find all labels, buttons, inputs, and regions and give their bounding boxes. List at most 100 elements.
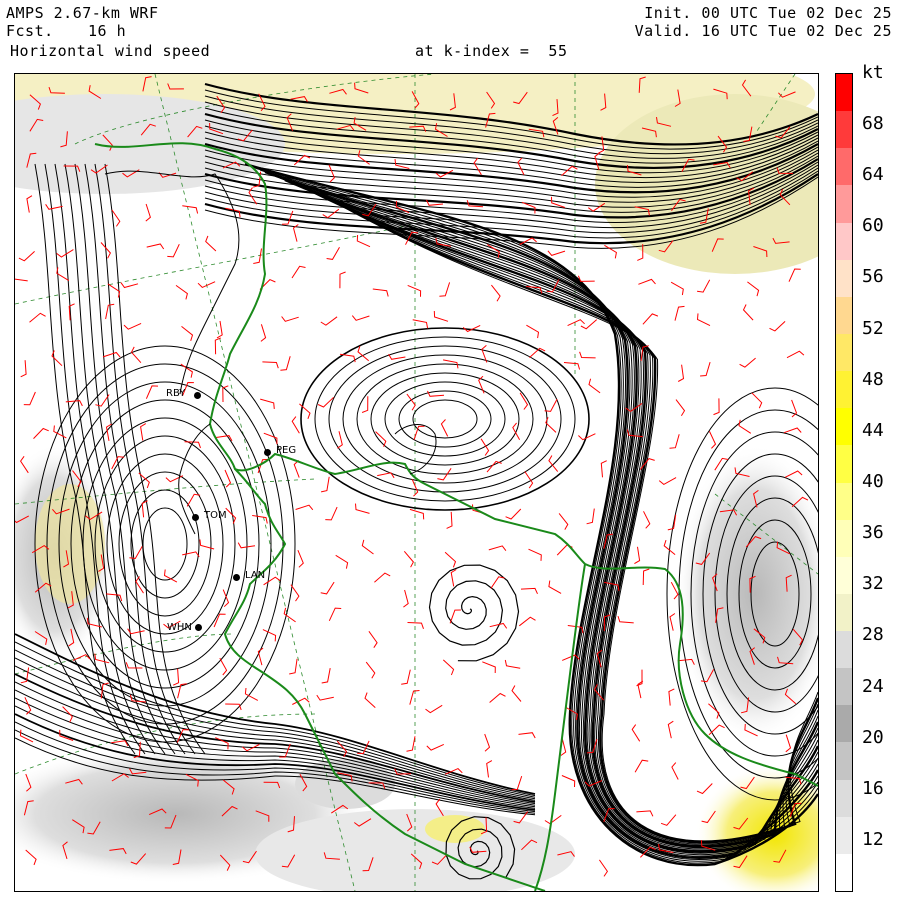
field-name: Horizontal wind speed — [10, 42, 211, 60]
wind-barb — [491, 284, 501, 302]
streamline — [94, 435, 236, 653]
wind-barb — [262, 361, 279, 369]
wind-barb — [297, 550, 304, 568]
streamline — [412, 399, 478, 439]
wind-barb — [219, 657, 228, 676]
colorbar-tick-label: 36 — [862, 522, 884, 544]
vertical-level: at k-index = 55 — [415, 42, 568, 60]
wind-barb — [579, 351, 596, 359]
wind-barb — [526, 324, 540, 339]
wind-barb — [409, 508, 425, 520]
wind-barb — [18, 251, 35, 262]
streamline — [356, 363, 534, 475]
wind-barb — [439, 282, 451, 297]
colorbar-segment — [836, 593, 852, 632]
wind-barb — [660, 814, 677, 826]
station-marker — [264, 449, 271, 456]
colorbar-segment — [836, 74, 852, 112]
init-time: Init. 00 UTC Tue 02 Dec 25 — [644, 4, 892, 22]
colorbar-segment — [836, 742, 852, 781]
colorbar-segment — [836, 371, 852, 409]
wind-barb — [253, 248, 262, 264]
wind-barb — [586, 508, 595, 525]
wind-barb — [375, 431, 387, 447]
colorbar-tick-label: 68 — [862, 113, 884, 134]
wind-barb — [674, 305, 685, 321]
wind-barb — [671, 762, 679, 780]
wind-barb — [45, 204, 63, 210]
wind-barb — [213, 613, 226, 628]
wind-barb — [785, 734, 792, 753]
colorbar-tick-label: 24 — [862, 675, 884, 697]
wind-barb — [145, 203, 151, 222]
wind-barb — [577, 275, 595, 282]
wind-barb — [769, 321, 786, 332]
wind-barb — [260, 324, 267, 342]
wind-barb — [388, 353, 406, 360]
wind-barb — [544, 398, 558, 412]
wind-barb — [588, 378, 601, 394]
wind-barb — [634, 759, 649, 773]
station-marker — [194, 392, 201, 399]
wind-barb — [290, 584, 300, 602]
colorbar-tick-label: 28 — [862, 624, 884, 646]
wind-barb — [365, 661, 376, 679]
colorbar-segment — [836, 185, 852, 224]
streamline — [370, 372, 520, 466]
station-marker — [192, 514, 199, 521]
colorbar-tick-label: 52 — [862, 317, 884, 339]
station-label-whn: WHN — [167, 622, 192, 633]
wind-barb — [320, 581, 335, 595]
wind-barb — [617, 615, 634, 624]
wind-barb — [444, 551, 457, 568]
wind-barb — [580, 319, 598, 330]
wind-barb — [786, 350, 805, 359]
wind-barb — [697, 279, 711, 293]
colorbar-tick-label: 40 — [862, 471, 884, 492]
valid-time: Valid. 16 UTC Tue 02 Dec 25 — [634, 22, 892, 40]
wind-barb — [181, 326, 194, 341]
wind-barb — [742, 304, 754, 321]
wind-barb — [713, 398, 720, 416]
wind-barb — [450, 569, 457, 587]
streamline — [384, 381, 506, 457]
colorbar-segment — [836, 333, 852, 372]
wind-barb — [281, 316, 299, 322]
wind-barb — [361, 539, 374, 555]
wind-barb — [489, 692, 506, 703]
colorbar-tick-label: 16 — [862, 777, 884, 799]
wind-barb — [545, 417, 557, 433]
wind-barb — [401, 669, 411, 685]
colorbar-segment — [836, 445, 852, 483]
streamline — [106, 453, 224, 635]
wind-barb — [403, 550, 415, 568]
wind-barb — [788, 268, 801, 282]
wind-barb — [598, 859, 609, 877]
wind-barb — [567, 319, 585, 327]
wind-barb — [257, 647, 264, 666]
colorbar-segment — [836, 631, 852, 669]
wind-barb — [120, 282, 139, 289]
wind-barb — [669, 434, 680, 449]
wind-barb — [518, 616, 536, 627]
wind-barb — [320, 476, 330, 493]
wind-barb — [544, 814, 562, 825]
wind-barb — [634, 546, 641, 565]
wind-barb — [374, 572, 391, 583]
wind-barb — [600, 460, 607, 478]
colorbar-tick-label: 20 — [862, 726, 884, 748]
wind-barb — [547, 250, 566, 256]
wind-barb — [23, 391, 36, 406]
wind-barb — [295, 504, 314, 511]
wind-barb — [321, 668, 331, 684]
wind-barb — [548, 580, 562, 594]
station-label-peg: PEG — [276, 445, 297, 456]
wind-barb — [528, 548, 542, 561]
wind-barb — [442, 659, 455, 676]
wind-barb — [668, 688, 675, 706]
wind-barb — [316, 694, 334, 701]
wind-barb — [56, 249, 74, 258]
colorbar-segment — [836, 779, 852, 818]
wind-barb — [145, 385, 159, 399]
wind-barb — [94, 653, 110, 664]
